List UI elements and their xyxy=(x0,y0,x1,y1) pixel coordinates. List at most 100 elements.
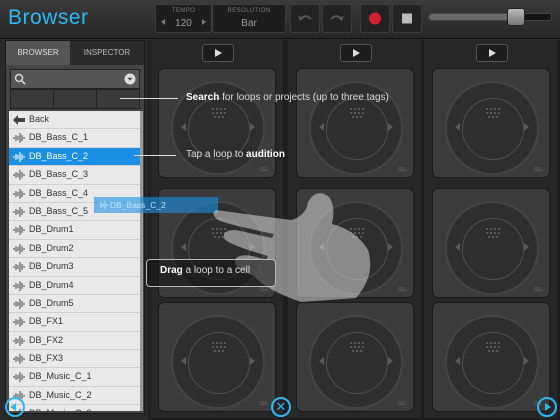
clip-cell[interactable]: SEL xyxy=(432,68,550,178)
list-item[interactable]: DB_Drum1 xyxy=(9,221,140,240)
list-item[interactable]: DB_Music_C_3 xyxy=(9,405,140,411)
list-item[interactable]: DB_Bass_C_2 xyxy=(9,147,140,167)
list-item[interactable]: DB_Drum5 xyxy=(9,295,140,314)
list-item[interactable]: DB_Music_C_1 xyxy=(9,368,140,387)
waveform-icon xyxy=(13,317,25,328)
tab-inspector[interactable]: INSPECTOR xyxy=(70,41,144,65)
panel-tabs: BROWSER INSPECTOR xyxy=(6,41,144,65)
back-row[interactable]: Back xyxy=(9,111,140,130)
drag-callout: Drag a loop to a cell xyxy=(160,265,251,276)
waveform-icon xyxy=(13,170,25,181)
pad-dots-icon xyxy=(486,342,500,352)
tempo-control[interactable]: TEMPO 120 xyxy=(155,4,212,33)
tag-fields xyxy=(10,89,140,109)
top-bar: Browser TEMPO 120 RESOLUTION Bar xyxy=(0,0,560,39)
chevron-left-icon xyxy=(181,123,186,131)
search-input[interactable] xyxy=(10,69,140,89)
redo-button[interactable] xyxy=(322,4,352,33)
tag-field-1[interactable] xyxy=(11,90,54,108)
search-callout-line xyxy=(120,98,178,99)
tag-field-3[interactable] xyxy=(97,90,139,108)
list-item-label: DB_Drum4 xyxy=(29,279,74,290)
stop-icon xyxy=(402,13,412,24)
chevron-left-icon xyxy=(181,243,186,251)
close-button[interactable]: ✕ xyxy=(271,397,291,417)
list-item[interactable]: DB_Drum3 xyxy=(9,258,140,277)
column-play-button[interactable] xyxy=(202,44,234,62)
cell-corner-label: SEL xyxy=(259,167,269,173)
list-item[interactable]: DB_FX2 xyxy=(9,332,140,351)
list-item-label: DB_Music_C_1 xyxy=(29,371,92,382)
tab-browser[interactable]: BROWSER xyxy=(6,41,70,65)
volume-slider[interactable] xyxy=(428,8,552,26)
clip-cell[interactable]: SEL xyxy=(296,68,414,178)
list-item[interactable]: DB_Bass_C_3 xyxy=(9,166,140,185)
record-icon xyxy=(369,12,381,25)
waveform-icon xyxy=(13,262,25,273)
waveform-icon xyxy=(100,201,108,209)
pad-dots-icon xyxy=(212,342,226,352)
pad-dots-icon xyxy=(350,342,364,352)
list-item-label: DB_Drum2 xyxy=(29,242,74,253)
list-item[interactable]: DB_Drum2 xyxy=(9,240,140,259)
pad-dots-icon xyxy=(212,108,226,118)
app-title: Browser xyxy=(8,6,89,29)
list-item[interactable]: DB_FX1 xyxy=(9,313,140,332)
close-icon: ✕ xyxy=(275,399,287,414)
cell-corner-label: SEL xyxy=(397,167,407,173)
waveform-icon xyxy=(13,151,25,162)
pad-dots-icon xyxy=(350,108,364,118)
undo-button[interactable] xyxy=(290,4,320,33)
waveform-icon xyxy=(13,225,25,236)
cell-dial xyxy=(171,315,265,409)
tag-field-2[interactable] xyxy=(54,90,97,108)
clip-cell[interactable]: SEL xyxy=(158,302,276,412)
list-item-label: DB_Music_C_3 xyxy=(29,408,92,411)
clip-cell[interactable]: SEL xyxy=(296,302,414,412)
cell-corner-label: SEL xyxy=(533,167,543,173)
scroll-right-button[interactable] xyxy=(537,397,557,417)
search-icon xyxy=(14,73,26,85)
chevron-left-icon xyxy=(319,357,324,365)
cell-dial xyxy=(445,81,539,175)
record-button[interactable] xyxy=(360,4,390,33)
list-item-label: DB_Drum3 xyxy=(29,261,74,272)
list-scrollbar[interactable] xyxy=(140,111,143,411)
clip-cell[interactable]: SEL xyxy=(432,302,550,412)
tempo-label: TEMPO xyxy=(171,8,196,14)
tap-callout-line xyxy=(134,155,176,156)
list-item-label: DB_Music_C_2 xyxy=(29,389,92,400)
search-callout: Search for loops or projects (up to thre… xyxy=(186,92,389,103)
chevron-left-icon xyxy=(455,357,460,365)
clip-cell[interactable]: SEL xyxy=(158,68,276,178)
waveform-icon xyxy=(13,298,25,309)
tap-callout: Tap a loop to audition xyxy=(186,149,285,160)
list-item-label: DB_Bass_C_3 xyxy=(29,169,89,180)
chevron-right-icon xyxy=(524,357,529,365)
list-item[interactable]: DB_Drum4 xyxy=(9,277,140,295)
chevron-right-icon xyxy=(388,123,393,131)
undo-icon xyxy=(298,15,312,21)
list-item[interactable]: DB_FX3 xyxy=(9,350,140,369)
list-item[interactable]: DB_Bass_C_1 xyxy=(9,129,140,148)
chevron-left-icon xyxy=(181,357,186,365)
chevron-right-icon xyxy=(388,357,393,365)
column-play-button[interactable] xyxy=(340,44,372,62)
clip-cell[interactable]: SEL xyxy=(432,188,550,298)
chevron-left-icon xyxy=(455,243,460,251)
chevron-down-icon[interactable] xyxy=(124,73,136,85)
column-play-button[interactable] xyxy=(476,44,508,62)
list-item-label: DB_Bass_C_4 xyxy=(29,187,89,198)
pad-dots-icon xyxy=(486,228,500,238)
cell-corner-label: SEL xyxy=(533,287,543,293)
stop-button[interactable] xyxy=(392,4,422,33)
resolution-control[interactable]: RESOLUTION Bar xyxy=(212,4,286,33)
list-item-label: DB_FX3 xyxy=(29,353,64,364)
cell-dial xyxy=(445,315,539,409)
list-item-label: DB_Drum5 xyxy=(29,297,74,308)
cell-dial xyxy=(309,315,403,409)
scroll-left-button[interactable] xyxy=(5,397,25,417)
list-item-label: DB_Drum1 xyxy=(29,224,74,235)
list-item[interactable]: DB_Music_C_2 xyxy=(9,387,140,406)
slider-thumb[interactable] xyxy=(507,8,525,26)
